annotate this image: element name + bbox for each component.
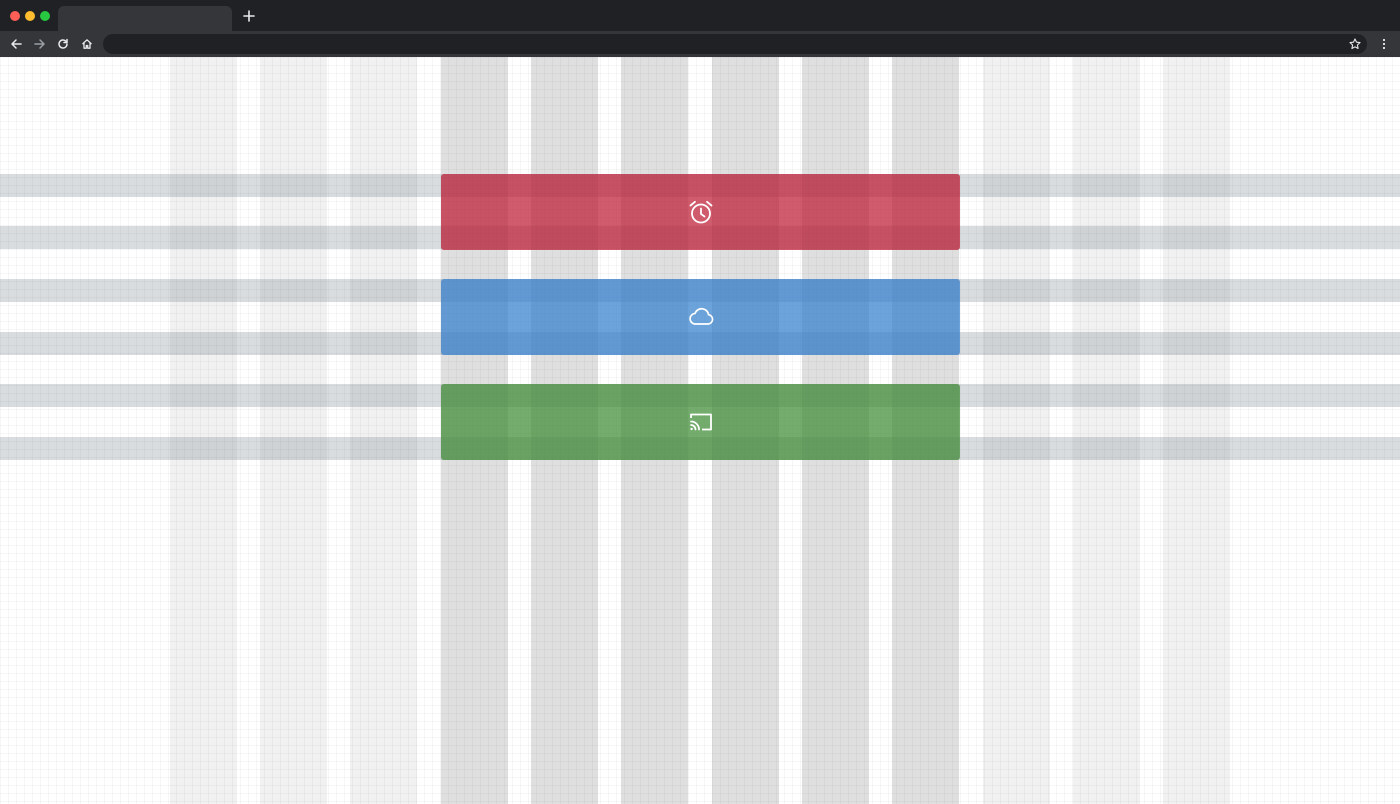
- minimize-window-button[interactable]: [25, 11, 35, 21]
- address-bar[interactable]: [103, 34, 1367, 54]
- page-viewport: [0, 57, 1400, 804]
- reload-icon: [58, 38, 68, 49]
- grid-column: [170, 57, 237, 804]
- arrow-right-icon: [34, 39, 45, 49]
- bookmark-button[interactable]: [1345, 34, 1365, 54]
- cloud-card[interactable]: [441, 279, 960, 355]
- alarm-clock-icon: [687, 198, 715, 226]
- cast-card[interactable]: [441, 384, 960, 460]
- reload-button[interactable]: [53, 34, 73, 54]
- cast-icon: [687, 408, 715, 436]
- address-input[interactable]: [113, 34, 1323, 54]
- grid-column: [350, 57, 417, 804]
- cloud-icon: [687, 303, 715, 331]
- browser-tab[interactable]: [58, 6, 232, 31]
- title-bar: [0, 0, 1400, 31]
- plus-icon: [243, 10, 255, 22]
- close-window-button[interactable]: [10, 11, 20, 21]
- home-button[interactable]: [77, 34, 97, 54]
- browser-toolbar: [0, 31, 1400, 57]
- star-icon: [1349, 38, 1361, 50]
- arrow-left-icon: [11, 39, 22, 49]
- back-button[interactable]: [6, 34, 26, 54]
- grid-column: [1073, 57, 1140, 804]
- home-icon: [82, 39, 92, 49]
- new-tab-button[interactable]: [240, 7, 258, 25]
- grid-column: [260, 57, 327, 804]
- alarm-card[interactable]: [441, 174, 960, 250]
- forward-button[interactable]: [30, 34, 50, 54]
- browser-menu-button[interactable]: [1374, 34, 1394, 54]
- kebab-menu-icon: [1382, 38, 1386, 50]
- zoom-window-button[interactable]: [40, 11, 50, 21]
- grid-column: [983, 57, 1050, 804]
- grid-column: [1163, 57, 1230, 804]
